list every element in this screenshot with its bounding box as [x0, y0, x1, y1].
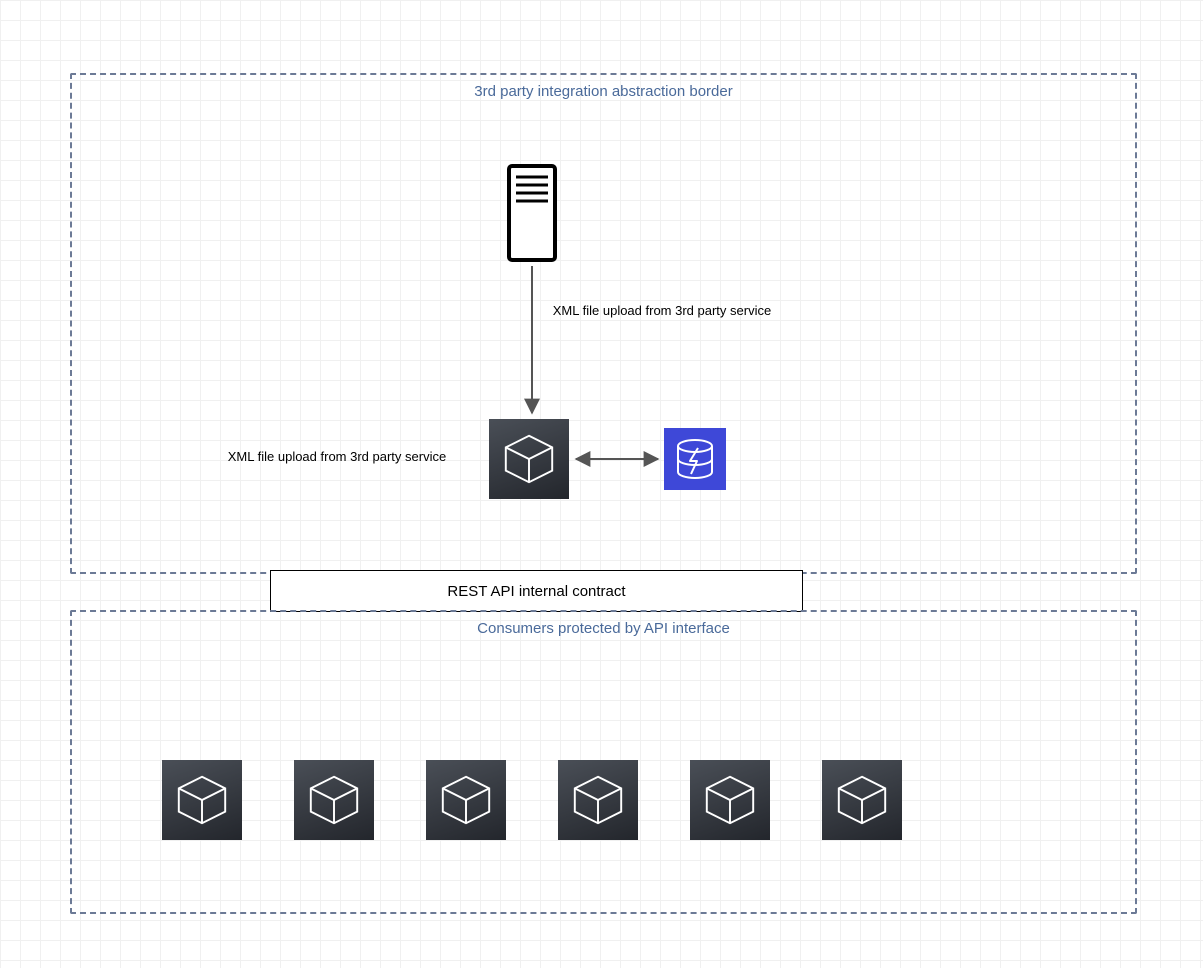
rest-api-contract-box[interactable]: REST API internal contract — [270, 570, 803, 612]
integration-border-title: 3rd party integration abstraction border — [72, 83, 1135, 100]
integration-cube[interactable] — [489, 419, 569, 499]
left-of-cube-label: XML file upload from 3rd party service — [222, 448, 452, 466]
consumer-cube-1[interactable] — [162, 760, 242, 840]
arrow-down-label: XML file upload from 3rd party service — [547, 302, 777, 320]
consumers-border-title: Consumers protected by API interface — [72, 620, 1135, 637]
integration-border-box[interactable]: 3rd party integration abstraction border — [70, 73, 1137, 574]
consumer-cube-4[interactable] — [558, 760, 638, 840]
rest-api-contract-label: REST API internal contract — [447, 583, 625, 600]
consumer-cube-3[interactable] — [426, 760, 506, 840]
consumer-cube-6[interactable] — [822, 760, 902, 840]
server-icon[interactable] — [506, 163, 558, 263]
consumer-cube-2[interactable] — [294, 760, 374, 840]
database-bolt-icon[interactable] — [664, 428, 726, 490]
consumer-cube-5[interactable] — [690, 760, 770, 840]
